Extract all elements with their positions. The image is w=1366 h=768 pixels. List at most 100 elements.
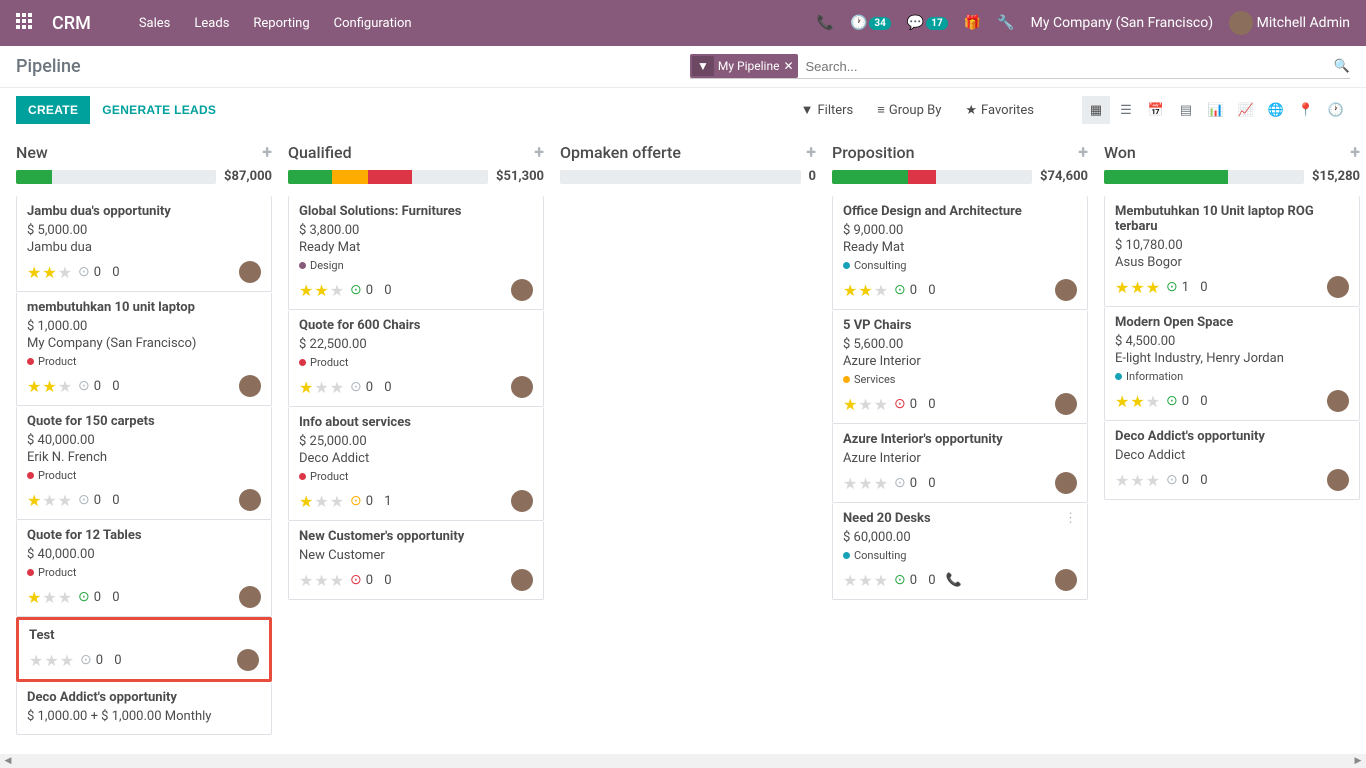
star-icon[interactable]: ★ xyxy=(42,491,56,510)
list-view-icon[interactable]: ☰ xyxy=(1112,96,1140,124)
star-icon[interactable]: ★ xyxy=(1146,392,1160,411)
progress-segment[interactable] xyxy=(288,170,332,184)
progress-segment[interactable] xyxy=(368,170,412,184)
favorites-button[interactable]: ★Favorites xyxy=(965,103,1034,118)
progress-bar[interactable] xyxy=(288,170,488,184)
add-card-icon[interactable]: + xyxy=(1078,142,1088,163)
activity-clock-icon[interactable]: ⊙ xyxy=(78,492,90,508)
assignee-avatar[interactable] xyxy=(1055,393,1077,415)
star-icon[interactable]: ★ xyxy=(42,377,56,396)
kanban-card[interactable]: Membutuhkan 10 Unit laptop ROG terbaru$ … xyxy=(1104,196,1360,307)
kanban-card[interactable]: Jambu dua's opportunity$ 5,000.00Jambu d… xyxy=(16,196,272,292)
star-icon[interactable]: ★ xyxy=(314,492,328,511)
star-icon[interactable]: ★ xyxy=(843,281,857,300)
kanban-card[interactable]: Global Solutions: Furnitures$ 3,800.00Re… xyxy=(288,196,544,310)
star-icon[interactable]: ★ xyxy=(58,377,72,396)
apps-icon[interactable] xyxy=(16,13,36,33)
star-icon[interactable]: ★ xyxy=(874,395,888,414)
assignee-avatar[interactable] xyxy=(511,569,533,591)
star-icon[interactable]: ★ xyxy=(314,378,328,397)
menu-leads[interactable]: Leads xyxy=(194,16,229,31)
activity-clock-icon[interactable]: ⊙ xyxy=(350,282,362,298)
kanban-card[interactable]: Modern Open Space$ 4,500.00E-light Indus… xyxy=(1104,307,1360,421)
phone-icon[interactable]: 📞 xyxy=(817,15,834,31)
assignee-avatar[interactable] xyxy=(511,490,533,512)
star-icon[interactable]: ★ xyxy=(858,474,872,493)
assignee-avatar[interactable] xyxy=(239,375,261,397)
activity-clock-icon[interactable]: ⊙ xyxy=(1166,279,1178,295)
activity-clock-icon[interactable]: ⊙ xyxy=(1166,393,1178,409)
star-icon[interactable]: ★ xyxy=(314,281,328,300)
chat-badge-icon[interactable]: 💬17 xyxy=(907,15,948,31)
progress-segment[interactable] xyxy=(1104,170,1228,184)
user-menu[interactable]: Mitchell Admin xyxy=(1229,11,1350,35)
progress-segment[interactable] xyxy=(16,170,52,184)
pivot-view-icon[interactable]: ▤ xyxy=(1172,96,1200,124)
star-icon[interactable]: ★ xyxy=(330,492,344,511)
add-card-icon[interactable]: + xyxy=(262,142,272,163)
star-icon[interactable]: ★ xyxy=(858,281,872,300)
star-icon[interactable]: ★ xyxy=(44,651,58,670)
menu-sales[interactable]: Sales xyxy=(139,16,171,31)
clock-badge-icon[interactable]: 🕐34 xyxy=(850,15,891,31)
menu-configuration[interactable]: Configuration xyxy=(334,16,412,31)
star-icon[interactable]: ★ xyxy=(299,571,313,590)
activity-clock-icon[interactable]: ⊙ xyxy=(1166,472,1178,488)
star-icon[interactable]: ★ xyxy=(58,588,72,607)
activity-clock-icon[interactable]: ⊙ xyxy=(350,572,362,588)
star-icon[interactable]: ★ xyxy=(874,281,888,300)
assignee-avatar[interactable] xyxy=(239,489,261,511)
activity-clock-icon[interactable]: ⊙ xyxy=(894,572,906,588)
create-button[interactable]: CREATE xyxy=(16,96,90,124)
generate-leads-button[interactable]: GENERATE LEADS xyxy=(90,96,228,124)
search-icon[interactable]: 🔍 xyxy=(1334,59,1350,74)
kanban-card[interactable]: Office Design and Architecture$ 9,000.00… xyxy=(832,196,1088,310)
progress-bar[interactable] xyxy=(560,170,801,184)
search-bar[interactable]: ▼ My Pipeline ✕ 🔍 xyxy=(690,54,1350,79)
activity-clock-icon[interactable]: ⊙ xyxy=(894,396,906,412)
kanban-card[interactable]: membutuhkan 10 unit laptop$ 1,000.00My C… xyxy=(16,292,272,406)
star-icon[interactable]: ★ xyxy=(874,571,888,590)
star-icon[interactable]: ★ xyxy=(1115,392,1129,411)
star-icon[interactable]: ★ xyxy=(27,377,41,396)
progress-segment[interactable] xyxy=(832,170,908,184)
card-menu-icon[interactable]: ⋮ xyxy=(1064,511,1077,526)
star-icon[interactable]: ★ xyxy=(27,263,41,282)
facet-close-icon[interactable]: ✕ xyxy=(783,59,793,73)
kanban-card[interactable]: Quote for 600 Chairs$ 22,500.00Product ★… xyxy=(288,310,544,407)
star-icon[interactable]: ★ xyxy=(1146,471,1160,490)
add-card-icon[interactable]: + xyxy=(534,142,544,163)
activity-clock-icon[interactable]: ⊙ xyxy=(78,378,90,394)
assignee-avatar[interactable] xyxy=(237,649,259,671)
star-icon[interactable]: ★ xyxy=(1146,278,1160,297)
star-icon[interactable]: ★ xyxy=(42,263,56,282)
kanban-card[interactable]: Quote for 150 carpets$ 40,000.00Erik N. … xyxy=(16,406,272,520)
progress-bar[interactable] xyxy=(832,170,1032,184)
activity-clock-icon[interactable]: ⊙ xyxy=(350,493,362,509)
add-card-icon[interactable]: + xyxy=(806,142,816,163)
scroll-left-icon[interactable]: ◀ xyxy=(0,754,16,768)
assignee-avatar[interactable] xyxy=(1055,279,1077,301)
kanban-card[interactable]: Deco Addict's opportunity$ 1,000.00 + $ … xyxy=(16,682,272,735)
assignee-avatar[interactable] xyxy=(1055,472,1077,494)
star-icon[interactable]: ★ xyxy=(858,395,872,414)
search-input[interactable] xyxy=(798,55,1334,78)
assignee-avatar[interactable] xyxy=(239,586,261,608)
star-icon[interactable]: ★ xyxy=(58,491,72,510)
star-icon[interactable]: ★ xyxy=(1130,392,1144,411)
assignee-avatar[interactable] xyxy=(239,261,261,283)
progress-segment[interactable] xyxy=(908,170,936,184)
company-switcher[interactable]: My Company (San Francisco) xyxy=(1031,15,1213,31)
star-icon[interactable]: ★ xyxy=(1130,471,1144,490)
graph-view-icon[interactable]: 📊 xyxy=(1202,96,1230,124)
activity-clock-icon[interactable]: ⊙ xyxy=(80,652,92,668)
dashboard-view-icon[interactable]: 🌐 xyxy=(1262,96,1290,124)
menu-reporting[interactable]: Reporting xyxy=(253,16,309,31)
progress-segment[interactable] xyxy=(332,170,368,184)
kanban-card[interactable]: New Customer's opportunityNew Customer ★… xyxy=(288,521,544,600)
star-icon[interactable]: ★ xyxy=(330,281,344,300)
kanban-card[interactable]: Info about services$ 25,000.00Deco Addic… xyxy=(288,407,544,521)
column-title[interactable]: Opmaken offerte xyxy=(560,143,681,162)
column-title[interactable]: Proposition xyxy=(832,143,915,162)
calendar-view-icon[interactable]: 📅 xyxy=(1142,96,1170,124)
